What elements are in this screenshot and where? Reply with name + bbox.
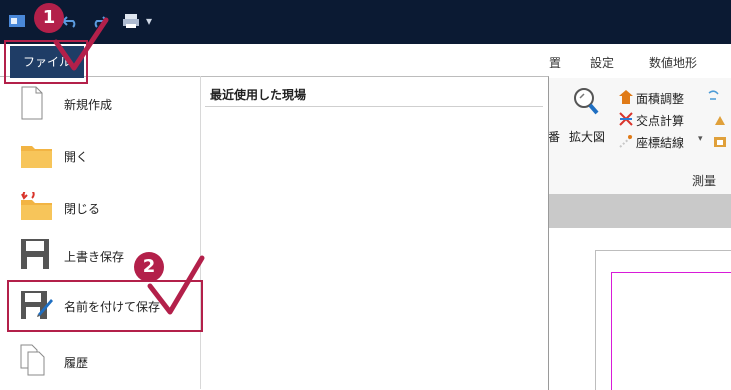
recent-sites-title: 最近使用した現場 — [210, 88, 307, 102]
history-icon — [20, 344, 45, 376]
tab-layout[interactable]: 置 — [549, 54, 561, 71]
print-icon[interactable] — [122, 13, 140, 29]
intersection-calc-icon — [619, 112, 633, 126]
area-adjust-icon — [619, 90, 633, 104]
new-doc-icon — [21, 86, 43, 120]
tab-digital-terrain[interactable]: 数値地形 — [649, 54, 697, 71]
menu-label-close: 閉じる — [64, 201, 101, 216]
check-mark-icon-2 — [147, 255, 205, 315]
menu-label-open: 開く — [64, 149, 89, 164]
extra-tool-icon-1 — [708, 90, 719, 100]
save-icon — [21, 239, 49, 269]
recent-sites-divider — [205, 106, 543, 107]
check-mark-icon-1 — [53, 17, 109, 71]
zoom-icon[interactable] — [572, 86, 600, 116]
close-folder-icon — [21, 192, 52, 220]
open-folder-icon — [21, 146, 52, 168]
menu-label-history: 履歴 — [64, 355, 89, 370]
number-label[interactable]: 番 — [548, 128, 560, 145]
menu-label-new: 新規作成 — [64, 97, 113, 112]
extra-tool-icon-3 — [714, 137, 726, 147]
menu-item-new[interactable]: 新規作成 — [20, 84, 200, 124]
menu-item-close[interactable]: 閉じる — [20, 188, 200, 228]
tab-settings[interactable]: 設定 — [590, 54, 614, 71]
menu-item-open[interactable]: 開く — [20, 136, 200, 176]
coord-connect-button[interactable]: 座標結線 — [636, 134, 684, 151]
customize-qa-icon[interactable]: ▾ — [146, 14, 152, 28]
menu-label-save: 上書き保存 — [64, 249, 125, 264]
zoom-button[interactable]: 拡大図 — [569, 128, 605, 145]
group-label-survey: 測量 — [692, 174, 717, 188]
coord-connect-dropdown-icon[interactable]: ▾ — [698, 134, 703, 144]
area-adjust-button[interactable]: 面積調整 — [636, 90, 684, 107]
coord-connect-icon — [619, 135, 633, 148]
drawing-frame — [611, 272, 731, 390]
menu-item-history[interactable]: 履歴 — [20, 342, 200, 382]
intersection-calc-button[interactable]: 交点計算 — [636, 112, 684, 129]
app-icon — [9, 15, 25, 27]
extra-tool-icon-2 — [715, 116, 725, 125]
